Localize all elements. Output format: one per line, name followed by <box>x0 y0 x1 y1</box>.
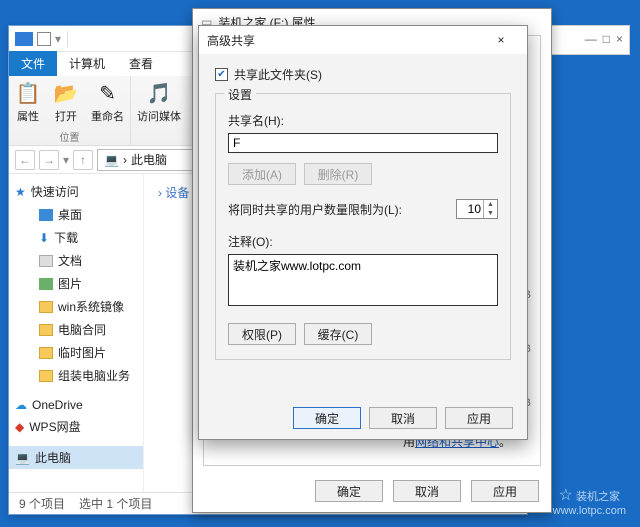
ribbon-section-location: 位置 <box>9 128 130 145</box>
checkbox-icon: ✔ <box>215 68 228 81</box>
star-icon: ★ <box>15 185 26 199</box>
forward-button[interactable]: → <box>39 150 59 170</box>
props-cancel-button[interactable]: 取消 <box>393 480 461 502</box>
nav-folder-temp[interactable]: 临时图片 <box>9 341 143 364</box>
adv-titlebar: 高级共享 × <box>199 26 527 54</box>
sharename-input[interactable] <box>228 133 498 153</box>
props-ok-button[interactable]: 确定 <box>315 480 383 502</box>
watermark: ☆ 装机之家 www.lotpc.com <box>553 485 626 517</box>
comment-label: 注释(O): <box>228 233 498 250</box>
desktop-icon <box>39 209 53 221</box>
up-button[interactable]: ↑ <box>73 150 93 170</box>
add-button[interactable]: 添加(A) <box>228 163 296 185</box>
adv-buttons: 确定 取消 应用 <box>199 397 527 439</box>
adv-ok-button[interactable]: 确定 <box>293 407 361 429</box>
nav-folder-biz[interactable]: 组装电脑业务 <box>9 364 143 387</box>
close-icon: × <box>497 33 504 47</box>
user-limit-input[interactable] <box>457 200 483 218</box>
remove-button[interactable]: 删除(R) <box>304 163 372 185</box>
open-icon: 📂 <box>53 80 79 106</box>
spin-up-icon[interactable]: ▲ <box>484 200 497 209</box>
user-limit-spinner[interactable]: ▲▼ <box>456 199 498 219</box>
bg-close-icon[interactable]: × <box>616 32 623 46</box>
properties-icon: 📋 <box>15 80 41 106</box>
spin-down-icon[interactable]: ▼ <box>484 209 497 218</box>
settings-group: 设置 共享名(H): 添加(A) 删除(R) 将同时共享的用户数量限制为(L):… <box>215 93 511 360</box>
folder-icon <box>39 301 53 313</box>
adv-apply-button[interactable]: 应用 <box>445 407 513 429</box>
props-apply-button[interactable]: 应用 <box>471 480 539 502</box>
advanced-sharing-dialog: 高级共享 × ✔ 共享此文件夹(S) 设置 共享名(H): 添加(A) 删除(R… <box>198 25 528 440</box>
share-folder-checkbox[interactable]: ✔ 共享此文件夹(S) <box>215 66 511 83</box>
pc-icon: 💻 <box>15 451 30 465</box>
app-icon <box>37 32 51 46</box>
ribbon-open-button[interactable]: 📂 打开 <box>47 76 85 128</box>
adv-title-text: 高级共享 <box>207 32 255 49</box>
close-button[interactable]: × <box>483 30 519 50</box>
monitor-icon <box>15 32 33 46</box>
download-icon: ⬇ <box>39 231 49 245</box>
status-selection: 选中 1 个项目 <box>79 495 152 512</box>
tab-view[interactable]: 查看 <box>117 51 165 76</box>
folder-icon <box>39 347 53 359</box>
pc-icon: 💻 <box>104 153 119 167</box>
tab-computer[interactable]: 计算机 <box>57 51 117 76</box>
ribbon-properties-button[interactable]: 📋 属性 <box>9 76 47 128</box>
media-icon: 🎵 <box>146 80 172 106</box>
nav-downloads[interactable]: ⬇下载 <box>9 226 143 249</box>
star-icon: ☆ <box>559 487 573 504</box>
bg-min-icon[interactable]: — <box>585 32 597 46</box>
tab-file[interactable]: 文件 <box>9 51 57 76</box>
nav-desktop[interactable]: 桌面 <box>9 203 143 226</box>
status-item-count: 9 个项目 <box>19 495 65 512</box>
picture-icon <box>39 278 53 290</box>
properties-buttons: 确定 取消 应用 <box>193 474 551 512</box>
adv-cancel-button[interactable]: 取消 <box>369 407 437 429</box>
rename-icon: ✎ <box>95 80 121 106</box>
history-dropdown-icon[interactable]: ▾ <box>63 153 69 167</box>
watermark-line1: 装机之家 <box>576 491 620 503</box>
sharename-label: 共享名(H): <box>228 112 498 129</box>
cloud-icon: ☁ <box>15 398 27 412</box>
permissions-button[interactable]: 权限(P) <box>228 323 296 345</box>
nav-this-pc[interactable]: 💻此电脑 <box>9 446 143 469</box>
back-button[interactable]: ← <box>15 150 35 170</box>
nav-onedrive[interactable]: ☁OneDrive <box>9 395 143 415</box>
settings-legend: 设置 <box>224 86 256 103</box>
nav-quick-access[interactable]: ★ 快速访问 <box>9 180 143 203</box>
address-location: 此电脑 <box>131 151 167 168</box>
comment-textarea[interactable] <box>228 254 498 306</box>
folder-icon <box>39 370 53 382</box>
nav-folder-contract[interactable]: 电脑合同 <box>9 318 143 341</box>
ribbon-rename-button[interactable]: ✎ 重命名 <box>85 76 130 128</box>
bg-max-icon[interactable]: □ <box>603 32 610 46</box>
share-folder-label: 共享此文件夹(S) <box>234 66 322 83</box>
nav-wps[interactable]: ◆WPS网盘 <box>9 415 143 438</box>
nav-pictures[interactable]: 图片 <box>9 272 143 295</box>
document-icon <box>39 255 53 267</box>
wps-icon: ◆ <box>15 420 24 434</box>
nav-documents[interactable]: 文档 <box>9 249 143 272</box>
ribbon-media-button[interactable]: 🎵 访问媒体 <box>131 76 187 145</box>
watermark-line2: www.lotpc.com <box>553 505 626 517</box>
nav-folder-winimg[interactable]: win系统镜像 <box>9 295 143 318</box>
folder-icon <box>39 324 53 336</box>
user-limit-label: 将同时共享的用户数量限制为(L): <box>228 201 402 218</box>
address-sep: › <box>123 153 127 167</box>
cache-button[interactable]: 缓存(C) <box>304 323 372 345</box>
navigation-pane: ★ 快速访问 桌面 ⬇下载 文档 图片 win系统镜像 电脑合同 临时图片 组装… <box>9 174 144 492</box>
